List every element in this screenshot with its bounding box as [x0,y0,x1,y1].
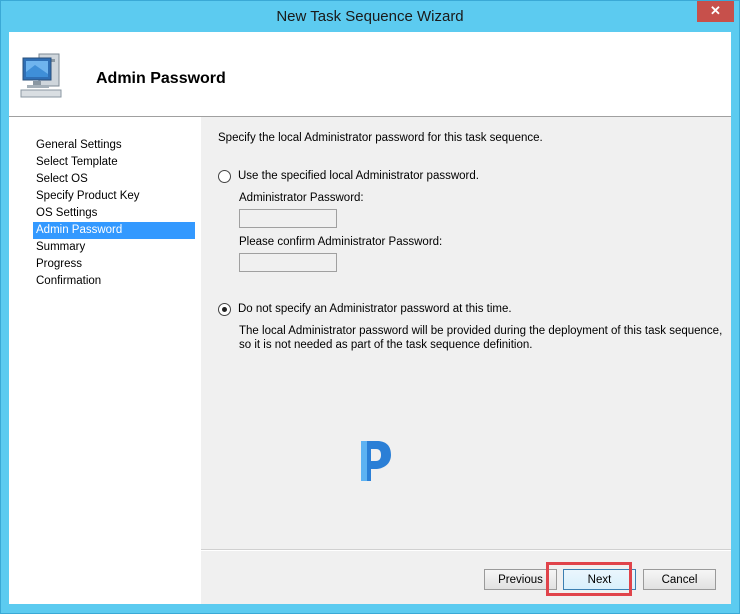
footer-divider [201,549,731,551]
cancel-button[interactable]: Cancel [643,569,716,590]
nav-item-admin-password[interactable]: Admin Password [33,222,195,239]
page-title: Admin Password [96,70,226,87]
nav-item-select-os[interactable]: Select OS [33,171,195,188]
computer-icon [20,53,62,98]
confirm-password-field[interactable] [239,253,337,272]
nav-item-general-settings[interactable]: General Settings [33,137,195,154]
next-button-highlight [546,562,632,596]
radio-use-specified-password[interactable] [218,170,231,183]
nav-item-os-settings[interactable]: OS Settings [33,205,195,222]
nav-item-specify-product-key[interactable]: Specify Product Key [33,188,195,205]
intro-text: Specify the local Administrator password… [218,132,543,144]
no-password-description: The local Administrator password will be… [239,325,723,351]
p-logo-icon [361,441,391,481]
radio-use-specified-label[interactable]: Use the specified local Administrator pa… [238,170,479,182]
admin-password-label: Administrator Password: [239,192,364,204]
admin-password-field[interactable] [239,209,337,228]
nav-item-summary[interactable]: Summary [33,239,195,256]
wizard-header: Admin Password [9,32,731,117]
nav-item-select-template[interactable]: Select Template [33,154,195,171]
nav-item-progress[interactable]: Progress [33,256,195,273]
close-button[interactable]: ✕ [697,1,734,22]
wizard-window: New Task Sequence Wizard ✕ Admin Passwor… [0,0,740,614]
title-bar[interactable]: New Task Sequence Wizard ✕ [1,1,739,32]
radio-selected-dot [222,307,227,312]
radio-no-password-label[interactable]: Do not specify an Administrator password… [238,303,512,315]
window-title: New Task Sequence Wizard [276,8,464,25]
close-icon: ✕ [710,3,721,18]
wizard-client-area: Admin Password General Settings Select T… [9,32,731,604]
wizard-content: Specify the local Administrator password… [201,117,731,604]
nav-item-confirmation[interactable]: Confirmation [33,273,195,290]
confirm-password-label: Please confirm Administrator Password: [239,236,443,248]
wizard-steps-nav: General Settings Select Template Select … [9,117,201,604]
radio-no-password[interactable] [218,303,231,316]
